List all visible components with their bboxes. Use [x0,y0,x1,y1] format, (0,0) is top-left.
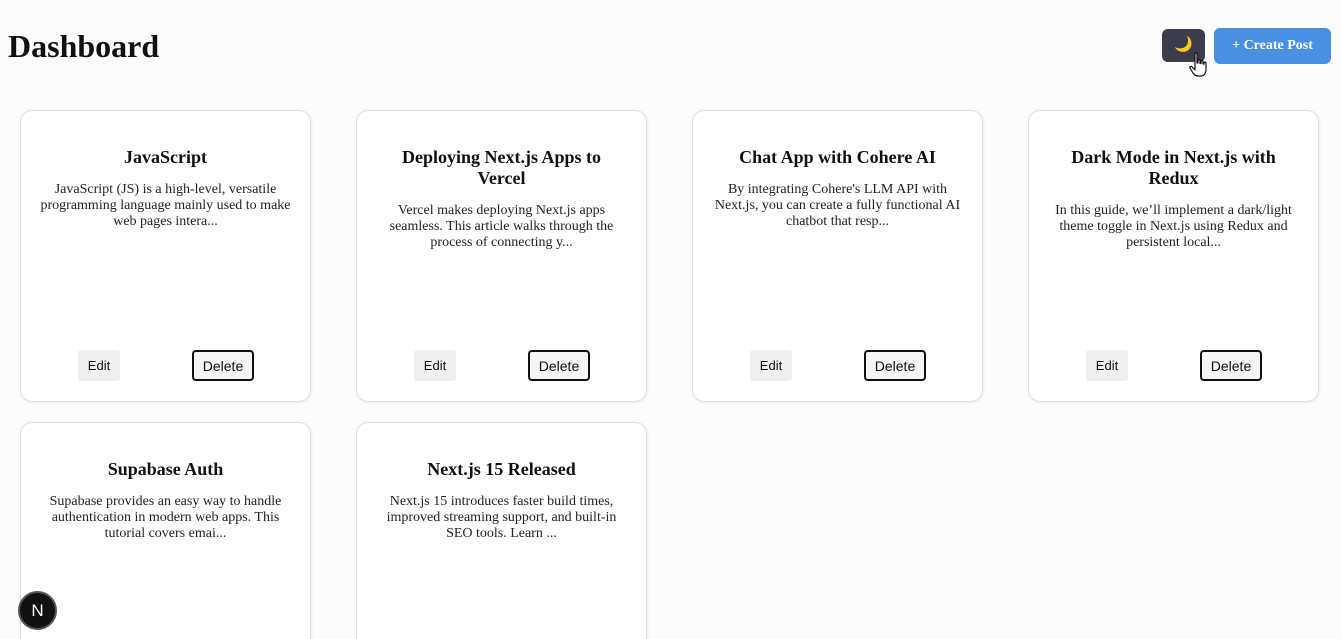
post-card: JavaScript JavaScript (JS) is a high-lev… [20,110,311,402]
delete-button[interactable]: Delete [528,350,590,381]
post-excerpt: Next.js 15 introduces faster build times… [386,494,617,541]
delete-button[interactable]: Delete [192,350,254,381]
edit-button[interactable]: Edit [750,350,792,381]
post-excerpt: JavaScript (JS) is a high-level, versati… [40,182,291,229]
post-excerpt: In this guide, we’ll implement a dark/li… [1055,203,1292,250]
delete-button[interactable]: Delete [864,350,926,381]
post-card: Deploying Next.js Apps to Vercel Vercel … [356,110,647,402]
theme-toggle-button[interactable]: 🌙 [1162,29,1205,62]
post-excerpt: Supabase provides an easy way to handle … [49,494,282,541]
post-excerpt: By integrating Cohere's LLM API with Nex… [714,182,961,229]
edit-button[interactable]: Edit [414,350,456,381]
post-card: Chat App with Cohere AI By integrating C… [692,110,983,402]
moon-icon: 🌙 [1174,37,1193,53]
delete-button[interactable]: Delete [1200,350,1262,381]
dashboard-page: Dashboard 🌙 + Create Post JavaScript Jav… [0,0,1341,639]
post-card: Dark Mode in Next.js with Redux In this … [1028,110,1319,402]
post-excerpt: Vercel makes deploying Next.js apps seam… [389,203,614,250]
post-title: Supabase Auth [107,459,224,479]
post-title: Next.js 15 Released [427,459,576,479]
post-title: JavaScript [124,147,207,167]
edit-button[interactable]: Edit [1086,350,1128,381]
create-post-button[interactable]: + Create Post [1214,28,1331,64]
edit-button[interactable]: Edit [78,350,120,381]
page-title: Dashboard [8,28,160,64]
post-title: Dark Mode in Next.js with Redux [1071,147,1276,188]
post-card: Supabase Auth Supabase provides an easy … [20,422,311,639]
nextjs-logo-icon[interactable]: N [18,591,57,630]
nextjs-badge-letter: N [31,600,44,620]
post-card: Next.js 15 Released Next.js 15 introduce… [356,422,647,639]
post-title: Chat App with Cohere AI [739,147,936,167]
post-title: Deploying Next.js Apps to Vercel [401,147,602,188]
